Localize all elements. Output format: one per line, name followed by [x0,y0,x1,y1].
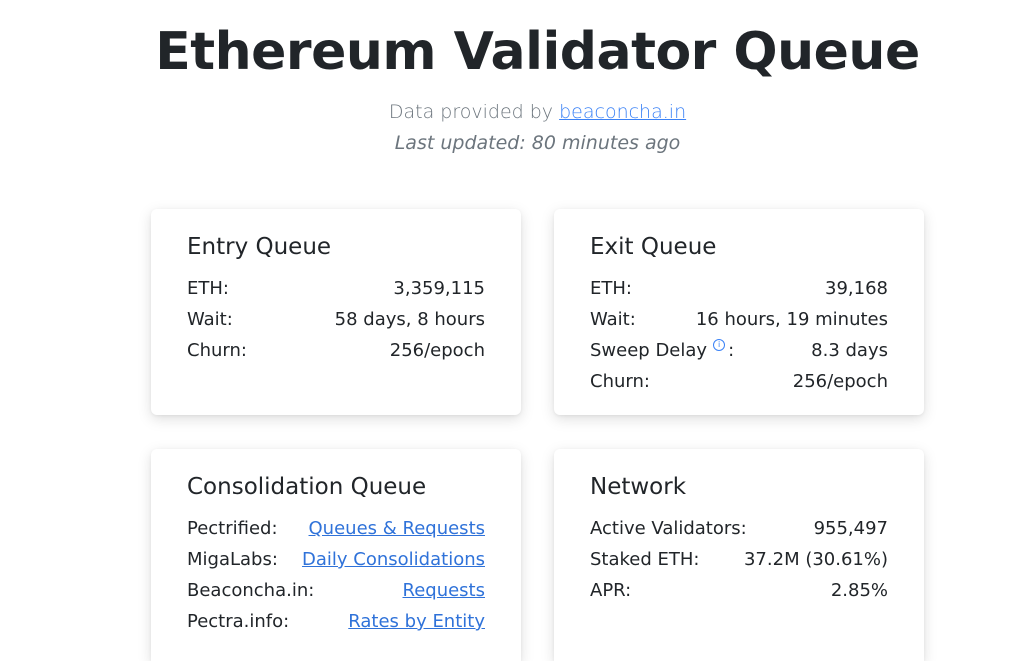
page: Ethereum Validator Queue Data provided b… [0,0,1024,661]
entry-wait-label: Wait: [187,309,233,330]
entry-eth-value: 3,359,115 [393,278,485,299]
daily-consolidations-link[interactable]: Daily Consolidations [302,544,485,575]
pectrified-label: Pectrified: [187,518,278,539]
exit-eth-row: ETH: 39,168 [590,273,888,304]
network-card: Network Active Validators: 955,497 Stake… [554,449,924,661]
apr-value: 2.85% [830,580,888,601]
exit-queue-card: Exit Queue ETH: 39,168 Wait: 16 hours, 1… [554,209,924,415]
entry-wait-row: Wait: 58 days, 8 hours [187,304,485,335]
requests-link[interactable]: Requests [403,575,486,606]
entry-churn-value: 256/epoch [389,340,485,361]
exit-churn-value: 256/epoch [792,371,888,392]
migalabs-label: MigaLabs: [187,549,278,570]
consolidation-queue-card: Consolidation Queue Pectrified: Queues &… [151,449,521,661]
sweep-delay-value: 8.3 days [811,340,888,361]
entry-churn-label: Churn: [187,340,247,361]
rates-by-entity-link[interactable]: Rates by Entity [348,606,485,637]
entry-eth-row: ETH: 3,359,115 [187,273,485,304]
beaconchain-row: Beaconcha.in: Requests [187,575,485,606]
exit-wait-value: 16 hours, 19 minutes [695,309,888,330]
staked-eth-row: Staked ETH: 37.2M (30.61%) [590,544,888,575]
beaconchain-label: Beaconcha.in: [187,580,315,601]
pectrified-row: Pectrified: Queues & Requests [187,513,485,544]
pectra-info-row: Pectra.info: Rates by Entity [187,606,485,637]
queues-requests-link[interactable]: Queues & Requests [309,513,485,544]
staked-eth-value: 37.2M (30.61%) [743,549,888,570]
sweep-delay-label: Sweep Delay [590,340,708,361]
data-source-line: Data provided by beaconcha.in [0,99,1024,125]
network-title: Network [590,474,687,500]
staked-eth-label: Staked ETH: [590,549,700,570]
sweep-delay-colon: : [728,340,735,361]
exit-churn-label: Churn: [590,371,650,392]
apr-row: APR: 2.85% [590,575,888,606]
beaconchain-link[interactable]: beaconcha.in [559,101,686,123]
page-title: Ethereum Validator Queue [155,22,920,82]
apr-label: APR: [590,580,632,601]
active-validators-row: Active Validators: 955,497 [590,513,888,544]
pectra-info-label: Pectra.info: [187,611,290,632]
entry-queue-card: Entry Queue ETH: 3,359,115 Wait: 58 days… [151,209,521,415]
exit-wait-label: Wait: [590,309,636,330]
active-validators-label: Active Validators: [590,518,747,539]
exit-eth-value: 39,168 [825,278,888,299]
info-icon[interactable]: i [713,339,726,351]
entry-wait-value: 58 days, 8 hours [334,309,485,330]
exit-wait-row: Wait: 16 hours, 19 minutes [590,304,888,335]
data-source-prefix: Data provided by [388,101,554,123]
entry-eth-label: ETH: [187,278,229,299]
exit-churn-row: Churn: 256/epoch [590,366,888,397]
exit-queue-title: Exit Queue [590,234,717,260]
active-validators-value: 955,497 [813,518,888,539]
entry-churn-row: Churn: 256/epoch [187,335,485,366]
consolidation-queue-title: Consolidation Queue [187,474,427,500]
migalabs-row: MigaLabs: Daily Consolidations [187,544,485,575]
exit-eth-label: ETH: [590,278,632,299]
exit-sweep-delay-row: Sweep Delay i: 8.3 days [590,335,888,366]
sweep-delay-label-group: Sweep Delay i: [590,335,734,366]
last-updated-text: Last updated: 80 minutes ago [394,132,681,154]
entry-queue-title: Entry Queue [187,234,332,260]
